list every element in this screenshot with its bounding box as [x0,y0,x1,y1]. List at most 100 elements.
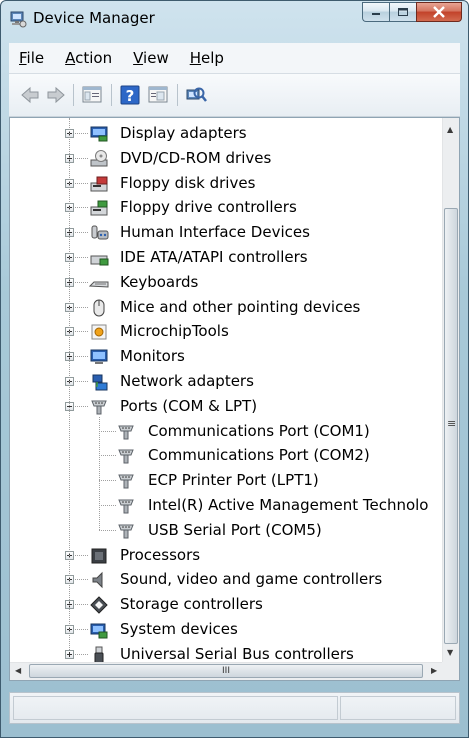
sound-icon [92,572,103,589]
tree-category-label: Processors [120,545,201,564]
forward-arrow-icon[interactable] [45,84,67,106]
tree-category-network-adapter[interactable]: Network adapters [10,370,443,394]
tree-category-monitor[interactable]: Monitors [10,345,443,369]
port-icon [118,474,134,489]
tree-category-dvd-drive[interactable]: DVD/CD-ROM drives [10,147,443,171]
ide-controller-icon [90,255,109,266]
tree-category-label: Sound, video and game controllers [120,570,383,589]
tree-connector [75,554,88,556]
port-icon [118,449,134,464]
window-title: Device Manager [33,9,155,27]
tree-category-label: Network adapters [120,372,254,390]
tree-connector [75,306,88,308]
toolbar-separator [177,84,178,106]
help-icon[interactable]: ? [119,84,141,106]
tree-category-port[interactable]: Ports (COM & LPT) [10,395,443,419]
tree-category-ide-controller[interactable]: IDE ATA/ATAPI controllers [10,246,443,270]
scroll-left-arrow-icon[interactable]: ◀ [15,666,21,675]
toolbar: ? [9,74,460,117]
scan-hardware-changes-icon[interactable] [185,84,207,106]
tree-connector [75,653,88,655]
tree-category-label: Storage controllers [120,595,263,614]
tree-connector [99,480,116,482]
status-bar [9,692,460,724]
scroll-up-arrow-icon[interactable]: ▲ [447,125,453,134]
show-hide-console-tree-icon[interactable] [81,84,103,106]
tree-connector [75,182,88,184]
network-adapter-icon [92,374,108,391]
tree-category-floppy-controller[interactable]: Floppy drive controllers [10,196,443,220]
maximize-button[interactable] [389,2,416,22]
vertical-scrollbar[interactable]: ▲ ≡ ▼ [442,118,459,664]
tree-connector [75,331,88,333]
device-manager-icon [10,11,27,28]
menu-view[interactable]: View [123,49,180,67]
tree-category-keyboard[interactable]: Keyboards [10,271,443,295]
tree-category-label: Floppy disk drives [120,173,256,192]
menu-help[interactable]: Help [180,49,235,67]
tree-device-item[interactable]: USB Serial Port (COM5) [10,519,443,543]
device-tree-pane: Display adapters DVD/CD-ROM drives Floppy … [9,117,460,681]
tree-category-floppy-drive[interactable]: Floppy disk drives [10,172,443,196]
properties-icon[interactable] [147,84,169,106]
title-bar[interactable]: Device Manager [1,1,468,37]
tree-category-label: Display adapters [120,124,247,142]
tree-category-label: Mice and other pointing devices [120,297,361,316]
scroll-down-arrow-icon[interactable]: ▼ [447,648,453,657]
tree-category-usb[interactable]: Universal Serial Bus controllers [10,643,443,664]
microchip-tools-icon [91,324,107,340]
menu-action[interactable]: Action [55,49,123,67]
minimize-button[interactable] [362,2,389,22]
tree-category-sound[interactable]: Sound, video and game controllers [10,568,443,592]
tree-device-label: Intel(R) Active Management Technolo [148,496,429,514]
tree-category-label: Ports (COM & LPT) [120,396,258,415]
close-button[interactable] [416,2,462,22]
tree-device-item[interactable]: Communications Port (COM1) [10,420,443,444]
tree-connector [75,405,88,407]
device-manager-window: Device Manager File Action View Help ? D… [0,0,469,738]
tree-device-label: Communications Port (COM2) [148,446,370,465]
port-icon [91,400,107,415]
tree-device-item[interactable]: Intel(R) Active Management Technolo [10,494,443,518]
monitor-icon [90,349,108,365]
vertical-scroll-thumb[interactable]: ≡ [444,208,458,644]
scroll-grip-icon: ≡ [447,417,457,430]
tree-connector [75,604,88,606]
expand-toggle-icon[interactable] [65,649,74,659]
tree-category-label: IDE ATA/ATAPI controllers [120,248,308,266]
back-arrow-icon[interactable] [19,84,41,106]
tree-connector [75,356,88,358]
tree-category-hid[interactable]: Human Interface Devices [10,221,443,245]
scroll-grip-icon: III [222,666,230,676]
minimize-icon [372,13,380,15]
horizontal-scroll-thumb[interactable]: III [29,664,423,678]
floppy-controller-icon [90,200,108,216]
svg-text:?: ? [126,87,135,105]
tree-device-label: Communications Port (COM1) [148,421,370,440]
menu-file[interactable]: File [9,49,55,67]
tree-category-label: Floppy drive controllers [120,198,297,217]
tree-connector [99,455,116,457]
tree-category-system-devices[interactable]: System devices [10,618,443,642]
toolbar-separator [111,84,112,106]
tree-category-label: MicrochipTools [120,322,229,341]
tree-category-display-adapter[interactable]: Display adapters [10,122,443,146]
tree-connector [75,133,88,134]
floppy-drive-icon [90,176,108,192]
horizontal-scrollbar[interactable]: ◀ III ▶ [10,662,443,680]
tree-category-processor[interactable]: Processors [10,544,443,568]
tree-device-item[interactable]: Communications Port (COM2) [10,444,443,468]
scroll-right-arrow-icon[interactable]: ▶ [431,666,437,675]
tree-connector [99,529,116,531]
tree-category-microchip-tools[interactable]: MicrochipTools [10,320,443,344]
tree-connector [75,257,88,258]
keyboard-icon [89,281,109,288]
tree-connector [75,579,88,581]
tree-connector [75,157,88,159]
tree-category-mouse[interactable]: Mice and other pointing devices [10,296,443,320]
tree-category-label: System devices [120,620,238,638]
scrollbar-corner [442,662,459,680]
tree-category-storage-controller[interactable]: Storage controllers [10,593,443,617]
processor-icon [91,548,107,564]
tree-device-item[interactable]: ECP Printer Port (LPT1) [10,469,443,493]
